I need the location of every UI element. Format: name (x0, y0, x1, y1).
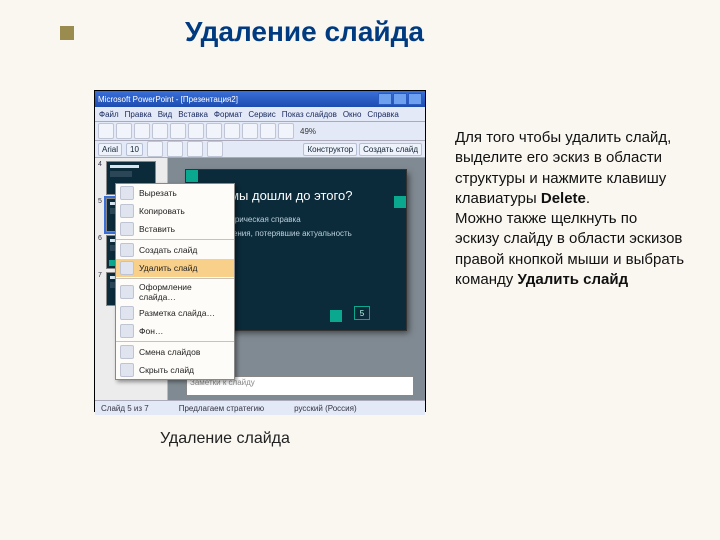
app-title: Microsoft PowerPoint - [Презентация2] (98, 95, 378, 104)
font-name: Arial (98, 143, 122, 156)
cut-icon (120, 186, 134, 200)
ctx-paste: Вставить (116, 220, 234, 238)
background-icon (120, 324, 134, 338)
transition-icon (120, 345, 134, 359)
align-left-icon (207, 141, 223, 157)
new-icon (98, 123, 114, 139)
ctx-transition: Смена слайдов (116, 343, 234, 361)
undo-icon (224, 123, 240, 139)
ctx-delete-slide: Удалить слайд (116, 259, 234, 277)
font-size: 10 (126, 143, 143, 156)
chart-icon (278, 123, 294, 139)
menu-item: Правка (125, 110, 152, 119)
copy-icon (120, 204, 134, 218)
menu-bar: Файл Правка Вид Вставка Формат Сервис По… (95, 107, 425, 122)
bold-icon (147, 141, 163, 157)
status-right: русский (Россия) (294, 404, 357, 413)
accent-square (60, 26, 74, 40)
open-icon (116, 123, 132, 139)
ctx-layout: Разметка слайда… (116, 304, 234, 322)
menu-item: Сервис (248, 110, 275, 119)
zoom-value: 49% (300, 127, 316, 136)
formatting-toolbar: Arial 10 Конструктор Создать слайд (95, 141, 425, 158)
menu-item: Вставка (178, 110, 208, 119)
ctx-copy: Копировать (116, 202, 234, 220)
menu-item: Формат (214, 110, 242, 119)
copy-icon (188, 123, 204, 139)
maximize-icon (393, 93, 407, 105)
ctx-cut: Вырезать (116, 184, 234, 202)
delete-slide-icon (120, 261, 134, 275)
underline-icon (187, 141, 203, 157)
status-center: Предлагаем стратегию (179, 404, 264, 413)
design-icon (120, 285, 134, 299)
menu-item: Вид (158, 110, 172, 119)
page-title: Удаление слайда (185, 16, 424, 48)
ctx-new-slide: Создать слайд (116, 241, 234, 259)
context-menu: Вырезать Копировать Вставить Создать сла… (115, 183, 235, 380)
close-icon (408, 93, 422, 105)
save-icon (134, 123, 150, 139)
status-bar: Слайд 5 из 7 Предлагаем стратегию русски… (95, 400, 425, 415)
status-left: Слайд 5 из 7 (101, 404, 149, 413)
menu-item: Файл (99, 110, 119, 119)
powerpoint-screenshot: Microsoft PowerPoint - [Презентация2] Фа… (94, 90, 426, 412)
ctx-hide-slide: Скрыть слайд (116, 361, 234, 379)
ctx-design: Оформление слайда… (116, 280, 234, 304)
menu-item: Окно (343, 110, 362, 119)
body-p1-bold: Delete (541, 190, 586, 207)
new-slide-button: Создать слайд (359, 143, 422, 156)
paste-icon (206, 123, 222, 139)
menu-item: Показ слайдов (282, 110, 337, 119)
slide-number: 5 (354, 306, 370, 320)
cut-icon (170, 123, 186, 139)
designer-button: Конструктор (303, 143, 357, 156)
redo-icon (242, 123, 258, 139)
minimize-icon (378, 93, 392, 105)
standard-toolbar: 49% (95, 122, 425, 141)
body-paragraph: Для того чтобы удалить слайд, выделите е… (455, 128, 685, 290)
print-icon (152, 123, 168, 139)
table-icon (260, 123, 276, 139)
slide-bullet: Решения, потерявшие актуальность (210, 229, 406, 238)
layout-icon (120, 306, 134, 320)
figure-caption: Удаление слайда (160, 430, 290, 448)
body-p2-bold: Удалить слайд (517, 271, 628, 288)
slide-title: Как мы дошли до этого? (206, 188, 406, 203)
slide-bullet: Историческая справка (210, 215, 406, 224)
ctx-background: Фон… (116, 322, 234, 340)
italic-icon (167, 141, 183, 157)
paste-icon (120, 222, 134, 236)
hide-slide-icon (120, 363, 134, 377)
new-slide-icon (120, 243, 134, 257)
window-titlebar: Microsoft PowerPoint - [Презентация2] (95, 91, 425, 107)
menu-item: Справка (367, 110, 398, 119)
body-p1b: . (586, 190, 590, 207)
